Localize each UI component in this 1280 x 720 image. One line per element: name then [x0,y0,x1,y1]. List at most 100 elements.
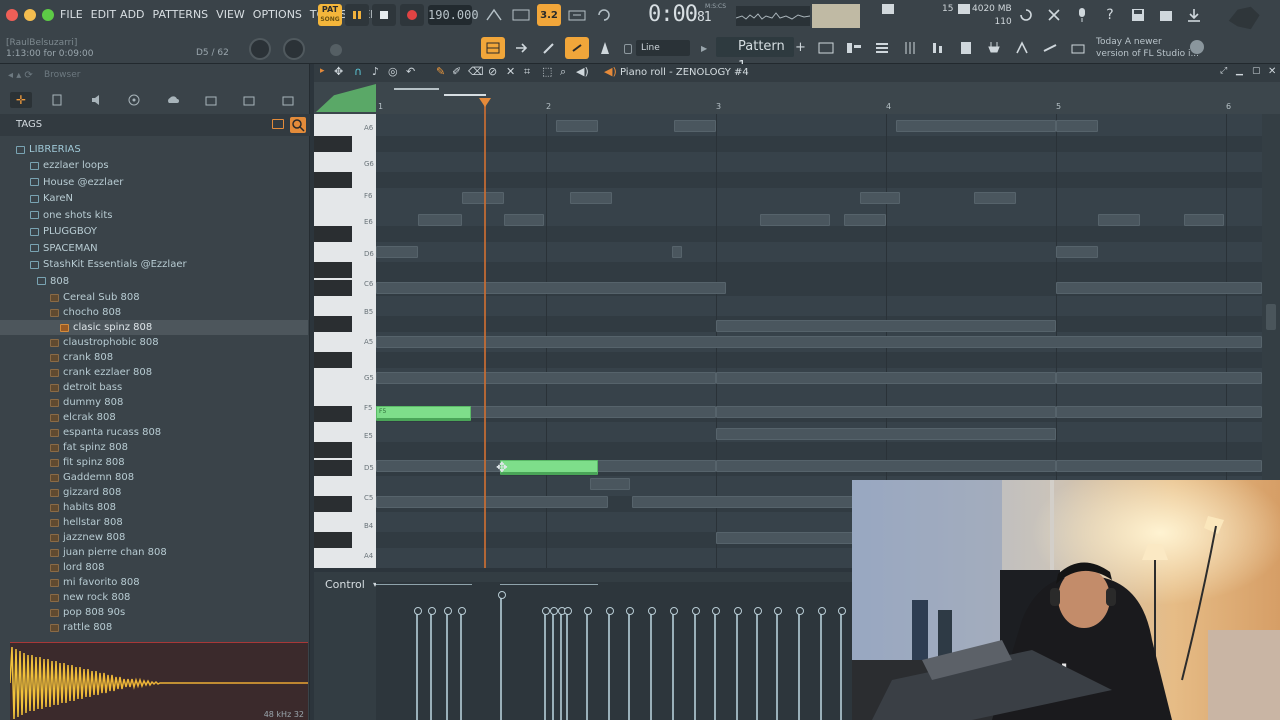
tree-sample-item[interactable]: new rock 808 [0,590,308,605]
tree-sample-item[interactable]: mi favorito 808 [0,575,308,590]
tree-sample-item[interactable]: Cereal Sub 808 [0,290,308,305]
black-key[interactable] [314,262,352,278]
browser-tab-cloud[interactable] [165,92,181,108]
pattern-selector[interactable]: Pattern 1 [716,37,794,74]
pencil-tool-icon[interactable] [537,37,561,59]
metronome-icon[interactable] [593,37,617,59]
zoom-tool-icon[interactable]: ⌕ [560,65,566,79]
midi-note[interactable]: F5 [376,406,471,421]
cut-tools-icon[interactable] [1042,4,1066,26]
velocity-bar[interactable] [670,607,678,720]
channel-rack-icon[interactable] [870,37,894,59]
midi-note[interactable] [500,460,598,475]
tree-sample-item[interactable]: hellstar 808 [0,515,308,530]
velocity-bar[interactable] [458,607,466,720]
zoom-overview[interactable] [316,84,376,112]
zoom-window-button[interactable] [42,9,54,21]
tree-sample-item[interactable]: jazznew 808 [0,530,308,545]
typing-keyboard-icon[interactable] [565,4,589,26]
vertical-scroll-thumb[interactable] [1266,304,1276,330]
tree-sample-item[interactable]: habits 808 [0,500,308,515]
snap-dropdown-icon[interactable]: ▶ [701,44,707,53]
undo-history-icon[interactable] [1014,4,1038,26]
menu-edit[interactable]: EDIT [91,8,116,21]
black-key[interactable] [314,442,352,458]
browser-icon[interactable] [954,37,978,59]
velocity-bar[interactable] [838,607,846,720]
menu-view[interactable]: VIEW [216,8,245,21]
tree-sample-item[interactable]: juan pierre chan 808 [0,545,308,560]
select-tool-icon[interactable]: ⬚ [542,65,552,78]
delete-tool-icon[interactable]: ⊘ [488,65,497,78]
record-button[interactable] [400,4,424,26]
tree-sample-item[interactable]: rattle 808 [0,620,308,635]
browser-nav-arrows[interactable]: ◂ ▴ ⟳ [8,70,33,81]
tree-folder-item[interactable]: ezzlaer loops [0,158,308,173]
velocity-bar[interactable] [542,607,550,720]
tree-sample-item[interactable]: claustrophobic 808 [0,335,308,350]
stop-button[interactable] [372,4,396,26]
velocity-bar[interactable] [648,607,656,720]
velocity-bar[interactable] [564,607,572,720]
velocity-bar[interactable] [626,607,634,720]
paint-tool-icon[interactable]: ✐ [452,65,461,78]
piano-roll-timeline[interactable]: 1 2 3 4 5 6 [314,82,1280,114]
plugin-picker-icon[interactable] [982,37,1006,59]
velocity-bar[interactable] [712,607,720,720]
tree-sample-item[interactable]: dummy 808 [0,395,308,410]
tree-folder-item[interactable]: PLUGGBOY [0,224,308,239]
news-panel[interactable]: Today A newer version of FL Studio i... [1096,36,1199,60]
black-key[interactable] [314,532,352,548]
plugin-cloud-icon[interactable] [1038,37,1062,59]
browser-tab-user[interactable] [280,92,296,108]
black-key[interactable] [314,316,352,332]
minimize-window-button[interactable] [24,9,36,21]
tree-folder-item[interactable]: one shots kits [0,208,308,223]
velocity-bar[interactable] [774,607,782,720]
tree-folder-item[interactable]: House @ezzlaer [0,175,308,190]
time-scroll-thumb[interactable] [394,88,439,90]
scale-icon[interactable] [482,4,506,26]
shop-icon[interactable] [1066,37,1090,59]
black-key[interactable] [314,406,352,422]
tree-sample-item[interactable]: fat spinz 808 [0,440,308,455]
microphone-icon[interactable] [1070,4,1094,26]
tree-folder-item[interactable]: 808 [0,274,308,289]
tree-folder-item[interactable]: KareN [0,191,308,206]
folder-tag-icon[interactable] [272,119,284,129]
loop-marker[interactable] [444,94,486,96]
menu-file[interactable]: FILE [60,8,83,21]
erase-tool-icon[interactable]: ⌫ [468,65,484,78]
piano-roll-view-icon[interactable] [842,37,866,59]
mute-tool-icon[interactable]: ✕ [506,65,515,78]
velocity-bar[interactable] [444,607,452,720]
menu-patterns[interactable]: PATTERNS [153,8,209,21]
tree-sample-item[interactable]: elcrak 808 [0,410,308,425]
tree-sample-item[interactable]: lord 808 [0,560,308,575]
snap-select[interactable]: Line [636,40,690,56]
tree-root-librerias[interactable]: LIBRERIAS [0,142,308,157]
draw-tool-icon[interactable]: ✎ [436,65,445,78]
metronome-dial[interactable] [330,44,342,56]
channel-settings-icon[interactable] [926,37,950,59]
black-key[interactable] [314,226,352,242]
velocity-bar[interactable] [796,607,804,720]
velocity-bar[interactable] [584,607,592,720]
black-key[interactable] [314,172,352,188]
tree-folder-item[interactable]: StashKit Essentials @Ezzlaer [0,257,308,272]
tree-sample-item[interactable]: detroit bass [0,380,308,395]
tree-sample-item[interactable]: crank 808 [0,350,308,365]
detach-icon[interactable]: ⤢ [1220,66,1227,76]
play-button[interactable] [345,4,369,26]
menu-options[interactable]: OPTIONS [253,8,302,21]
save-icon[interactable] [1126,4,1150,26]
velocity-bar[interactable] [754,607,762,720]
velocity-bar[interactable] [558,607,566,720]
plugin-database-icon[interactable] [1154,4,1178,26]
browser-tab-recent[interactable] [203,92,219,108]
channel-speaker-icon[interactable]: ◀) [604,65,617,78]
tags-label[interactable]: TAGS [16,119,42,130]
velocity-bar[interactable] [428,607,436,720]
close-pr-icon[interactable]: ✕ [1268,66,1276,77]
tree-sample-item[interactable]: crank ezzlaer 808 [0,365,308,380]
